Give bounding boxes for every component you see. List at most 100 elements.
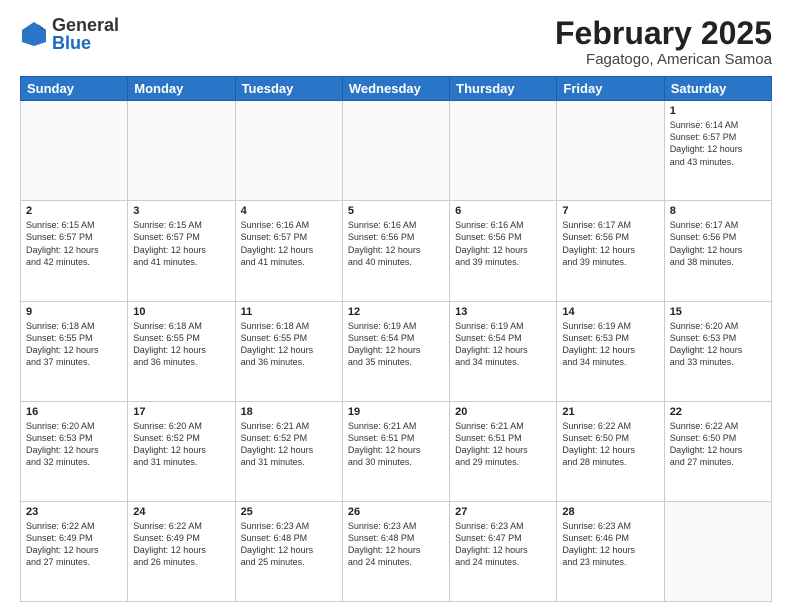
day-info: Sunrise: 6:21 AM Sunset: 6:52 PM Dayligh… (241, 420, 337, 469)
day-number: 8 (670, 205, 766, 217)
weekday-header-row: SundayMondayTuesdayWednesdayThursdayFrid… (21, 77, 772, 101)
day-info: Sunrise: 6:18 AM Sunset: 6:55 PM Dayligh… (133, 320, 229, 369)
day-number: 17 (133, 406, 229, 418)
day-info: Sunrise: 6:23 AM Sunset: 6:46 PM Dayligh… (562, 520, 658, 569)
weekday-header-wednesday: Wednesday (342, 77, 449, 101)
calendar-cell: 1Sunrise: 6:14 AM Sunset: 6:57 PM Daylig… (664, 101, 771, 201)
day-info: Sunrise: 6:19 AM Sunset: 6:54 PM Dayligh… (455, 320, 551, 369)
day-number: 27 (455, 506, 551, 518)
logo-general-text: General (52, 16, 119, 34)
logo: General Blue (20, 16, 119, 52)
day-info: Sunrise: 6:18 AM Sunset: 6:55 PM Dayligh… (241, 320, 337, 369)
day-number: 12 (348, 306, 444, 318)
day-info: Sunrise: 6:15 AM Sunset: 6:57 PM Dayligh… (26, 219, 122, 268)
day-number: 24 (133, 506, 229, 518)
day-info: Sunrise: 6:20 AM Sunset: 6:52 PM Dayligh… (133, 420, 229, 469)
day-number: 10 (133, 306, 229, 318)
day-info: Sunrise: 6:15 AM Sunset: 6:57 PM Dayligh… (133, 219, 229, 268)
day-number: 28 (562, 506, 658, 518)
calendar-cell: 10 Sunrise: 6:18 AM Sunset: 6:55 PM Dayli… (128, 301, 235, 401)
week-row-0: 1Sunrise: 6:14 AM Sunset: 6:57 PM Daylig… (21, 101, 772, 201)
day-number: 4 (241, 205, 337, 217)
calendar-cell: 5 Sunrise: 6:16 AM Sunset: 6:56 PM Daylig… (342, 201, 449, 301)
day-number: 25 (241, 506, 337, 518)
day-info: Sunrise: 6:17 AM Sunset: 6:56 PM Dayligh… (562, 219, 658, 268)
day-number: 14 (562, 306, 658, 318)
calendar-cell: 18 Sunrise: 6:21 AM Sunset: 6:52 PM Dayli… (235, 401, 342, 501)
weekday-header-monday: Monday (128, 77, 235, 101)
day-info: Sunrise: 6:16 AM Sunset: 6:57 PM Dayligh… (241, 219, 337, 268)
header: General Blue February 2025 Fagatogo, Ame… (20, 16, 772, 68)
day-number: 9 (26, 306, 122, 318)
day-info: Sunrise: 6:20 AM Sunset: 6:53 PM Dayligh… (670, 320, 766, 369)
calendar-cell: 15Sunrise: 6:20 AM Sunset: 6:53 PM Dayli… (664, 301, 771, 401)
day-number: 6 (455, 205, 551, 217)
calendar-cell: 16 Sunrise: 6:20 AM Sunset: 6:53 PM Dayli… (21, 401, 128, 501)
day-info: Sunrise: 6:23 AM Sunset: 6:48 PM Dayligh… (348, 520, 444, 569)
day-number: 19 (348, 406, 444, 418)
calendar-cell: 25 Sunrise: 6:23 AM Sunset: 6:48 PM Dayli… (235, 501, 342, 601)
week-row-3: 16 Sunrise: 6:20 AM Sunset: 6:53 PM Dayli… (21, 401, 772, 501)
day-number: 16 (26, 406, 122, 418)
calendar-cell: 12 Sunrise: 6:19 AM Sunset: 6:54 PM Dayli… (342, 301, 449, 401)
calendar-cell (128, 101, 235, 201)
day-number: 21 (562, 406, 658, 418)
title-location: Fagatogo, American Samoa (555, 51, 772, 68)
day-info: Sunrise: 6:16 AM Sunset: 6:56 PM Dayligh… (348, 219, 444, 268)
calendar-cell: 4 Sunrise: 6:16 AM Sunset: 6:57 PM Daylig… (235, 201, 342, 301)
weekday-header-thursday: Thursday (450, 77, 557, 101)
calendar-table: SundayMondayTuesdayWednesdayThursdayFrid… (20, 76, 772, 602)
calendar-cell: 27Sunrise: 6:23 AM Sunset: 6:47 PM Dayli… (450, 501, 557, 601)
day-number: 3 (133, 205, 229, 217)
calendar-cell: 9 Sunrise: 6:18 AM Sunset: 6:55 PM Daylig… (21, 301, 128, 401)
title-month: February 2025 (555, 16, 772, 51)
day-info: Sunrise: 6:18 AM Sunset: 6:55 PM Dayligh… (26, 320, 122, 369)
calendar-cell (664, 501, 771, 601)
weekday-header-saturday: Saturday (664, 77, 771, 101)
calendar-cell: 22 Sunrise: 6:22 AM Sunset: 6:50 PM Dayli… (664, 401, 771, 501)
day-number: 7 (562, 205, 658, 217)
day-info: Sunrise: 6:20 AM Sunset: 6:53 PM Dayligh… (26, 420, 122, 469)
calendar-cell (21, 101, 128, 201)
week-row-1: 2 Sunrise: 6:15 AM Sunset: 6:57 PM Daylig… (21, 201, 772, 301)
calendar-cell: 6 Sunrise: 6:16 AM Sunset: 6:56 PM Daylig… (450, 201, 557, 301)
logo-text: General Blue (52, 16, 119, 52)
calendar-cell: 26Sunrise: 6:23 AM Sunset: 6:48 PM Dayli… (342, 501, 449, 601)
day-info: Sunrise: 6:21 AM Sunset: 6:51 PM Dayligh… (455, 420, 551, 469)
day-info: Sunrise: 6:17 AM Sunset: 6:56 PM Dayligh… (670, 219, 766, 268)
day-number: 13 (455, 306, 551, 318)
day-number: 23 (26, 506, 122, 518)
day-info: Sunrise: 6:23 AM Sunset: 6:48 PM Dayligh… (241, 520, 337, 569)
calendar-cell: 17 Sunrise: 6:20 AM Sunset: 6:52 PM Dayli… (128, 401, 235, 501)
day-info: Sunrise: 6:22 AM Sunset: 6:50 PM Dayligh… (670, 420, 766, 469)
day-info: Sunrise: 6:14 AM Sunset: 6:57 PM Dayligh… (670, 119, 766, 168)
week-row-4: 23 Sunrise: 6:22 AM Sunset: 6:49 PM Dayli… (21, 501, 772, 601)
calendar-cell: 20 Sunrise: 6:21 AM Sunset: 6:51 PM Dayli… (450, 401, 557, 501)
logo-icon (20, 20, 48, 48)
weekday-header-tuesday: Tuesday (235, 77, 342, 101)
day-info: Sunrise: 6:16 AM Sunset: 6:56 PM Dayligh… (455, 219, 551, 268)
day-info: Sunrise: 6:22 AM Sunset: 6:49 PM Dayligh… (26, 520, 122, 569)
calendar-cell: 24 Sunrise: 6:22 AM Sunset: 6:49 PM Dayli… (128, 501, 235, 601)
calendar-cell (342, 101, 449, 201)
calendar-cell: 8 Sunrise: 6:17 AM Sunset: 6:56 PM Daylig… (664, 201, 771, 301)
day-number: 20 (455, 406, 551, 418)
day-number: 22 (670, 406, 766, 418)
week-row-2: 9 Sunrise: 6:18 AM Sunset: 6:55 PM Daylig… (21, 301, 772, 401)
weekday-header-friday: Friday (557, 77, 664, 101)
calendar-cell: 2 Sunrise: 6:15 AM Sunset: 6:57 PM Daylig… (21, 201, 128, 301)
calendar-cell: 11Sunrise: 6:18 AM Sunset: 6:55 PM Dayli… (235, 301, 342, 401)
day-info: Sunrise: 6:21 AM Sunset: 6:51 PM Dayligh… (348, 420, 444, 469)
weekday-header-sunday: Sunday (21, 77, 128, 101)
day-info: Sunrise: 6:22 AM Sunset: 6:49 PM Dayligh… (133, 520, 229, 569)
day-number: 5 (348, 205, 444, 217)
calendar-cell: 28 Sunrise: 6:23 AM Sunset: 6:46 PM Dayli… (557, 501, 664, 601)
calendar-cell: 14Sunrise: 6:19 AM Sunset: 6:53 PM Dayli… (557, 301, 664, 401)
calendar-cell (450, 101, 557, 201)
day-number: 18 (241, 406, 337, 418)
calendar-cell: 3 Sunrise: 6:15 AM Sunset: 6:57 PM Daylig… (128, 201, 235, 301)
day-number: 2 (26, 205, 122, 217)
day-info: Sunrise: 6:22 AM Sunset: 6:50 PM Dayligh… (562, 420, 658, 469)
title-block: February 2025 Fagatogo, American Samoa (555, 16, 772, 68)
day-info: Sunrise: 6:19 AM Sunset: 6:54 PM Dayligh… (348, 320, 444, 369)
